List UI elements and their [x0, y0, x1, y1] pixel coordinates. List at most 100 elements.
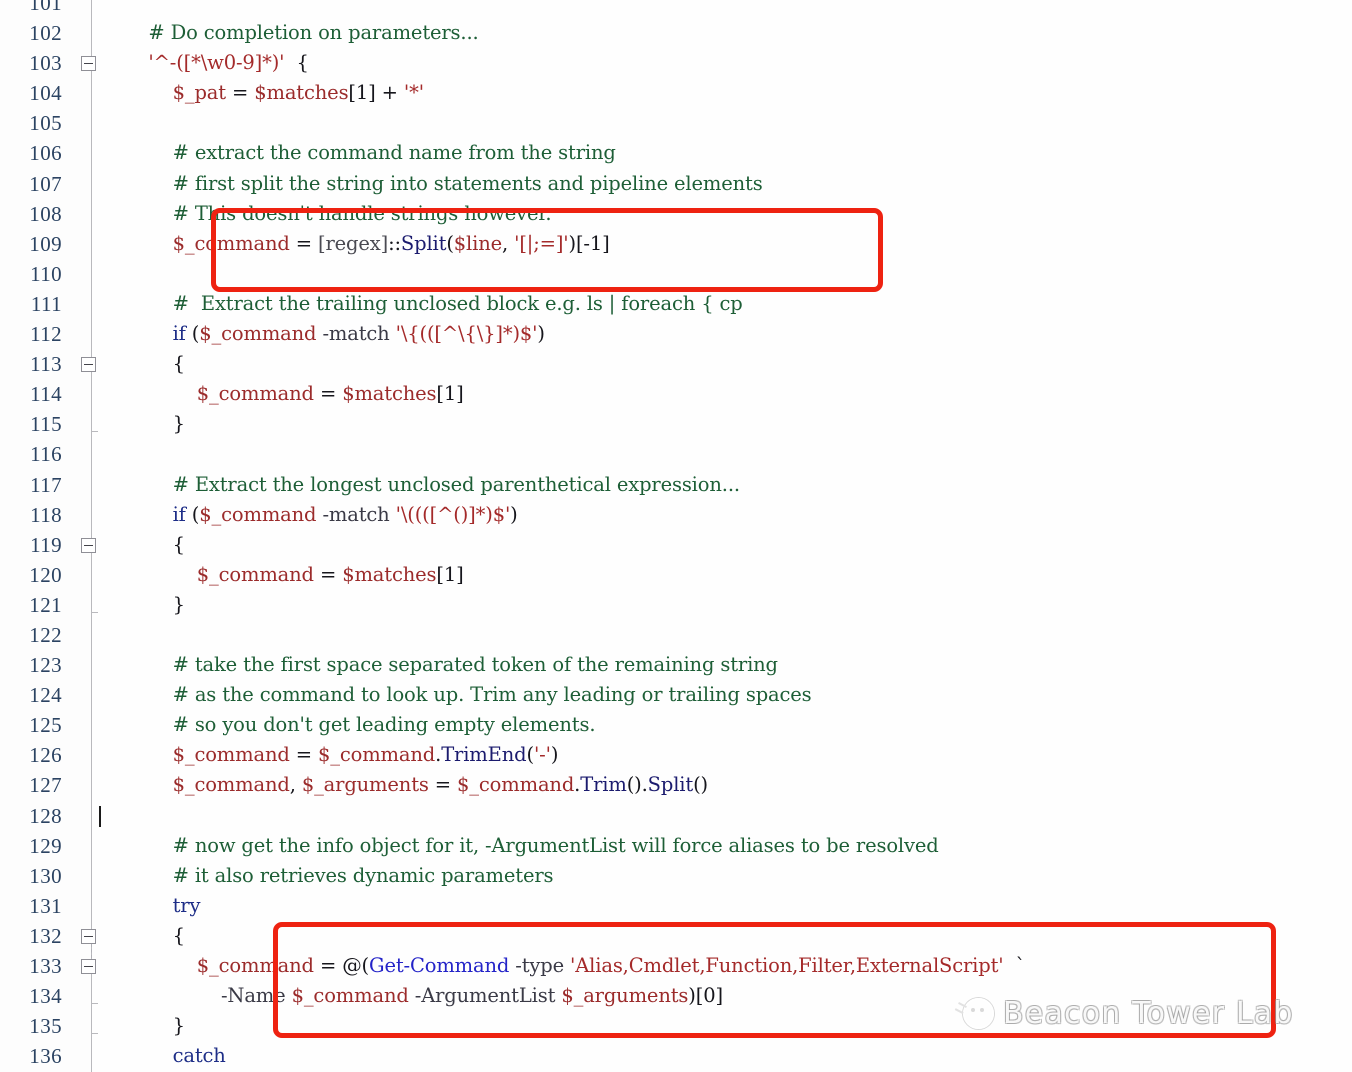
code-token: '\{(([^\{\}]*)$' [395, 322, 538, 346]
line-number: 103 [29, 51, 62, 76]
code-editor-surface[interactable]: 101 102 # Do completion on parameters... 1… [0, 0, 1352, 1072]
code-line-text[interactable]: -Name $_command -ArgumentList $_argument… [100, 981, 723, 1011]
code-line-text[interactable]: $_command = $matches[1] [100, 560, 464, 590]
code-token: # This doesn't handle strings however. [100, 201, 552, 225]
code-line-text[interactable]: '^-([*\w0-9]*)' { [100, 48, 309, 78]
code-token: 1 [355, 81, 369, 105]
fold-collapse-icon[interactable] [81, 537, 96, 553]
code-line[interactable]: 108 # This doesn't handle strings howeve… [0, 199, 1352, 229]
code-line[interactable]: 104 $_pat = $matches[1] + '*' [0, 78, 1352, 108]
code-line-text[interactable]: } [100, 409, 185, 439]
code-line[interactable]: 117 # Extract the longest unclosed paren… [0, 470, 1352, 500]
code-line[interactable]: 122 [0, 620, 1352, 650]
code-line-text[interactable]: # it also retrieves dynamic parameters [100, 861, 554, 891]
code-line[interactable]: 127 $_command, $_arguments = $_command.T… [0, 770, 1352, 800]
code-line-text[interactable]: catch [100, 1041, 226, 1071]
fold-collapse-icon[interactable] [81, 56, 96, 72]
code-line-text[interactable]: if ($_command -match '\((([^()]*)$') [100, 500, 518, 530]
fold-end-marker-icon [91, 611, 98, 613]
code-line-text[interactable]: # as the command to look up. Trim any le… [100, 680, 812, 710]
code-line[interactable]: 129 # now get the info object for it, -A… [0, 831, 1352, 861]
fold-collapse-icon[interactable] [81, 928, 96, 944]
code-line[interactable]: 135 } [0, 1011, 1352, 1041]
code-line[interactable]: 110 [0, 259, 1352, 289]
code-line[interactable]: 101 [0, 0, 1352, 18]
code-line-text[interactable]: } [100, 1011, 185, 1041]
code-token: $_command [199, 322, 317, 346]
code-line[interactable]: 103 '^-([*\w0-9]*)' { [0, 48, 1352, 78]
code-line-text[interactable]: $_command = $matches[1] [100, 379, 464, 409]
line-number: 101 [29, 0, 62, 15]
code-token: $_command [100, 743, 290, 767]
code-token: $line [453, 231, 503, 255]
code-line-text[interactable]: { [100, 349, 185, 379]
code-line[interactable]: 105 [0, 108, 1352, 138]
code-token: [regex] [318, 231, 389, 255]
code-line-text[interactable]: try [100, 891, 201, 921]
code-line[interactable]: 136 catch [0, 1041, 1352, 1071]
fold-collapse-icon[interactable] [81, 357, 96, 373]
line-number: 111 [30, 291, 62, 316]
code-line[interactable]: 111 # Extract the trailing unclosed bloc… [0, 289, 1352, 319]
code-line[interactable]: 115 } [0, 409, 1352, 439]
code-line[interactable]: 120 $_command = $matches[1] [0, 560, 1352, 590]
fold-end-marker-icon [91, 431, 98, 433]
line-number: 123 [29, 653, 62, 678]
code-token: -Name [100, 984, 292, 1008]
code-token: { [284, 51, 309, 75]
code-line[interactable]: 125 # so you don't get leading empty ele… [0, 710, 1352, 740]
code-line[interactable]: 102 # Do completion on parameters... [0, 18, 1352, 48]
code-line[interactable]: 126 $_command = $_command.TrimEnd('-') [0, 740, 1352, 770]
line-number: 119 [30, 532, 62, 557]
code-line-text[interactable]: # first split the string into statements… [100, 169, 763, 199]
code-line[interactable]: 130 # it also retrieves dynamic paramete… [0, 861, 1352, 891]
code-token: if [100, 502, 186, 526]
code-line-text[interactable]: $_command = [regex]::Split($line, '[|;=]… [100, 229, 610, 259]
code-line-text[interactable]: if ($_command -match '\{(([^\{\}]*)$') [100, 319, 545, 349]
code-line-text[interactable]: # take the first space separated token o… [100, 650, 778, 680]
line-number: 115 [30, 412, 62, 437]
line-number: 109 [29, 231, 62, 256]
code-line-text[interactable]: # This doesn't handle strings however. [100, 199, 552, 229]
code-line[interactable]: 107 # first split the string into statem… [0, 169, 1352, 199]
code-line[interactable]: 118 if ($_command -match '\((([^()]*)$') [0, 500, 1352, 530]
code-token: -ArgumentList [408, 984, 562, 1008]
code-line-text[interactable]: } [100, 590, 185, 620]
code-line[interactable]: 119 { [0, 530, 1352, 560]
fold-collapse-icon[interactable] [81, 959, 96, 974]
code-line[interactable]: 128 [0, 801, 1352, 831]
code-line-text[interactable]: $_pat = $matches[1] + '*' [100, 78, 425, 108]
code-line-text[interactable]: $_command, $_arguments = $_command.Trim(… [100, 770, 709, 800]
line-number: 132 [29, 923, 62, 948]
code-line[interactable]: 112 if ($_command -match '\{(([^\{\}]*)$… [0, 319, 1352, 349]
code-token: # Extract the trailing unclosed block e.… [100, 291, 743, 315]
code-line[interactable]: 114 $_command = $matches[1] [0, 379, 1352, 409]
code-line[interactable]: 131 try [0, 891, 1352, 921]
code-token: -match [316, 322, 396, 346]
code-line[interactable]: 123 # take the first space separated tok… [0, 650, 1352, 680]
code-line[interactable]: 109 $_command = [regex]::Split($line, '[… [0, 229, 1352, 259]
code-line[interactable]: 116 [0, 439, 1352, 469]
code-token: 0 [703, 984, 716, 1008]
code-line-text[interactable]: $_command = $_command.TrimEnd('-') [100, 740, 559, 770]
code-line[interactable]: 106 # extract the command name from the … [0, 138, 1352, 168]
code-line[interactable]: 113 { [0, 349, 1352, 379]
code-line[interactable]: 121 } [0, 590, 1352, 620]
code-line-text[interactable]: $_command = @(Get-Command -type 'Alias,C… [100, 951, 1026, 981]
code-line[interactable]: 124 # as the command to look up. Trim an… [0, 680, 1352, 710]
code-line-text[interactable]: # Do completion on parameters... [100, 18, 478, 48]
code-line-text[interactable]: # extract the command name from the stri… [100, 138, 616, 168]
code-line-text[interactable]: { [100, 921, 185, 951]
code-line[interactable]: 132 { [0, 921, 1352, 958]
code-line-text[interactable]: { [100, 530, 185, 560]
code-line-text[interactable]: # so you don't get leading empty element… [100, 710, 596, 740]
line-number: 131 [29, 893, 62, 918]
code-lines-container[interactable]: 101 102 # Do completion on parameters... 1… [0, 0, 1352, 1071]
code-token: 1 [443, 562, 457, 586]
code-line-text[interactable]: # Extract the trailing unclosed block e.… [100, 289, 743, 319]
code-line-text[interactable]: # now get the info object for it, -Argum… [100, 831, 939, 861]
code-line-text[interactable]: # Extract the longest unclosed parenthet… [100, 470, 740, 500]
code-line[interactable]: 133 $_command = @(Get-Command -type 'Ali… [0, 951, 1352, 981]
code-line[interactable]: 134 -Name $_command -ArgumentList $_argu… [0, 981, 1352, 1011]
line-number: 134 [29, 984, 62, 1009]
